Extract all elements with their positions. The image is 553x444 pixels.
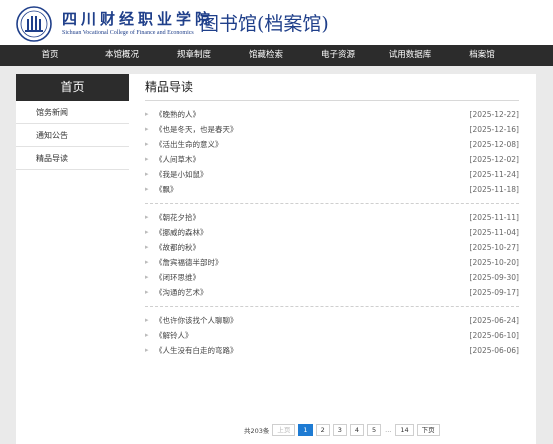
article-date: [2025-11-18] xyxy=(469,185,519,194)
list-item: ▸ 《故都的秋》 [2025-10-27] xyxy=(145,240,519,255)
page-title: 精品导读 xyxy=(145,74,519,101)
bullet-icon: ▸ xyxy=(145,125,149,133)
list-item: ▸ 《飘》 [2025-11-18] xyxy=(145,182,519,197)
list-item: ▸ 《我是小如鼠》 [2025-11-24] xyxy=(145,167,519,182)
list-item: ▸ 《朝花夕拾》 [2025-11-11] xyxy=(145,210,519,225)
list-item: ▸ 《解铃人》 [2025-06-10] xyxy=(145,328,519,343)
bullet-icon: ▸ xyxy=(145,243,149,251)
article-date: [2025-12-22] xyxy=(469,110,519,119)
article-date: [2025-12-08] xyxy=(469,140,519,149)
nav-item-archives[interactable]: 档案馆 xyxy=(446,45,518,66)
list-item: ▸ 《詹宾福德半部时》 [2025-10-20] xyxy=(145,255,519,270)
article-link[interactable]: 《我是小如鼠》 xyxy=(155,167,208,182)
nav-item-catalog-search[interactable]: 馆藏检索 xyxy=(230,45,302,66)
article-list: 精品导读 ▸ 《晚熟的人》 [2025-12-22] ▸ 《也是冬天，也是春天》 [20… xyxy=(145,74,519,364)
article-link[interactable]: 《也是冬天，也是春天》 xyxy=(155,122,238,137)
list-item: ▸ 《挪威的森林》 [2025-11-04] xyxy=(145,225,519,240)
sidebar-item-reading-guide[interactable]: 精品导读 xyxy=(16,147,129,170)
nav-item-overview[interactable]: 本馆概况 xyxy=(86,45,158,66)
bullet-icon: ▸ xyxy=(145,213,149,221)
article-link[interactable]: 《人生没有白走的弯路》 xyxy=(155,343,238,358)
article-date: [2025-12-16] xyxy=(469,125,519,134)
article-group: ▸ 《朝花夕拾》 [2025-11-11] ▸ 《挪威的森林》 [2025-11-04]… xyxy=(145,204,519,307)
list-item: ▸ 《闭环思维》 [2025-09-30] xyxy=(145,270,519,285)
bullet-icon: ▸ xyxy=(145,258,149,266)
article-date: [2025-06-06] xyxy=(469,346,519,355)
article-date: [2025-09-30] xyxy=(469,273,519,282)
article-group: ▸ 《也许你该找个人聊聊》 [2025-06-24] ▸ 《解铃人》 [2025-06-… xyxy=(145,307,519,364)
article-link[interactable]: 《人间草木》 xyxy=(155,152,200,167)
school-name-en: Sichuan Vocational College of Finance an… xyxy=(62,30,194,36)
bullet-icon: ▸ xyxy=(145,228,149,236)
bullet-icon: ▸ xyxy=(145,170,149,178)
article-date: [2025-10-20] xyxy=(469,258,519,267)
site-header: 四川财经职业学院 Sichuan Vocational College of F… xyxy=(0,0,553,45)
nav-item-regulations[interactable]: 规章制度 xyxy=(158,45,230,66)
sidebar-title: 首页 xyxy=(16,74,129,101)
page-button-5[interactable]: 5 xyxy=(366,424,382,436)
sidebar-item-news[interactable]: 馆务新闻 xyxy=(16,101,129,124)
sidebar-item-notices[interactable]: 通知公告 xyxy=(16,124,129,147)
article-date: [2025-11-24] xyxy=(469,170,519,179)
article-group: ▸ 《晚熟的人》 [2025-12-22] ▸ 《也是冬天，也是春天》 [2025-12… xyxy=(145,101,519,204)
article-link[interactable]: 《也许你该找个人聊聊》 xyxy=(155,313,238,328)
bullet-icon: ▸ xyxy=(145,331,149,339)
page-button-2[interactable]: 2 xyxy=(315,424,330,436)
college-logo-icon xyxy=(16,6,52,42)
prev-page-button[interactable]: 上页 xyxy=(272,424,296,436)
page-button-3[interactable]: 3 xyxy=(332,424,347,436)
school-name-cn: 四川财经职业学院 xyxy=(62,10,215,28)
bullet-icon: ▸ xyxy=(145,155,149,163)
article-date: [2025-06-24] xyxy=(469,316,519,325)
article-link[interactable]: 《飘》 xyxy=(155,182,178,197)
page-button-last[interactable]: 14 xyxy=(395,424,414,436)
main-nav: 首页 本馆概况 规章制度 馆藏检索 电子资源 试用数据库 档案馆 xyxy=(0,45,553,66)
next-page-button[interactable]: 下页 xyxy=(416,424,440,436)
article-link[interactable]: 《朝花夕拾》 xyxy=(155,210,200,225)
library-title: 图书馆(档案馆) xyxy=(200,13,329,35)
article-date: [2025-11-04] xyxy=(469,228,519,237)
list-item: ▸ 《沟通的艺术》 [2025-09-17] xyxy=(145,285,519,300)
bullet-icon: ▸ xyxy=(145,185,149,193)
list-item: ▸ 《人间草木》 [2025-12-02] xyxy=(145,152,519,167)
article-link[interactable]: 《故都的秋》 xyxy=(155,240,200,255)
article-link[interactable]: 《挪威的森林》 xyxy=(155,225,208,240)
list-item: ▸ 《活出生命的意义》 [2025-12-08] xyxy=(145,137,519,152)
article-link[interactable]: 《沟通的艺术》 xyxy=(155,285,208,300)
content-panel: 首页 馆务新闻 通知公告 精品导读 精品导读 ▸ 《晚熟的人》 [2025-12-2… xyxy=(16,74,536,444)
article-link[interactable]: 《闭环思维》 xyxy=(155,270,200,285)
nav-item-home[interactable]: 首页 xyxy=(14,45,86,66)
list-item: ▸ 《也许你该找个人聊聊》 [2025-06-24] xyxy=(145,313,519,328)
article-date: [2025-06-10] xyxy=(469,331,519,340)
list-item: ▸ 《晚熟的人》 [2025-12-22] xyxy=(145,107,519,122)
pagination: 共203条 上页 1 2 3 4 5 ... 14 下页 xyxy=(244,424,440,436)
article-link[interactable]: 《活出生命的意义》 xyxy=(155,137,223,152)
article-date: [2025-09-17] xyxy=(469,288,519,297)
sidebar: 首页 馆务新闻 通知公告 精品导读 xyxy=(16,74,129,170)
article-link[interactable]: 《詹宾福德半部时》 xyxy=(155,255,223,270)
page-button-1[interactable]: 1 xyxy=(298,424,313,436)
bullet-icon: ▸ xyxy=(145,288,149,296)
article-date: [2025-11-11] xyxy=(469,213,519,222)
nav-item-e-resources[interactable]: 电子资源 xyxy=(302,45,374,66)
bullet-icon: ▸ xyxy=(145,140,149,148)
article-date: [2025-10-27] xyxy=(469,243,519,252)
article-link[interactable]: 《解铃人》 xyxy=(155,328,193,343)
article-link[interactable]: 《晚熟的人》 xyxy=(155,107,200,122)
bullet-icon: ▸ xyxy=(145,346,149,354)
bullet-icon: ▸ xyxy=(145,110,149,118)
list-item: ▸ 《也是冬天，也是春天》 [2025-12-16] xyxy=(145,122,519,137)
bullet-icon: ▸ xyxy=(145,273,149,281)
article-date: [2025-12-02] xyxy=(469,155,519,164)
page-button-4[interactable]: 4 xyxy=(349,424,364,436)
nav-item-trial-databases[interactable]: 试用数据库 xyxy=(374,45,446,66)
pagination-total: 共203条 xyxy=(244,427,270,435)
pagination-ellipsis: ... xyxy=(385,426,392,434)
bullet-icon: ▸ xyxy=(145,316,149,324)
list-item: ▸ 《人生没有白走的弯路》 [2025-06-06] xyxy=(145,343,519,358)
